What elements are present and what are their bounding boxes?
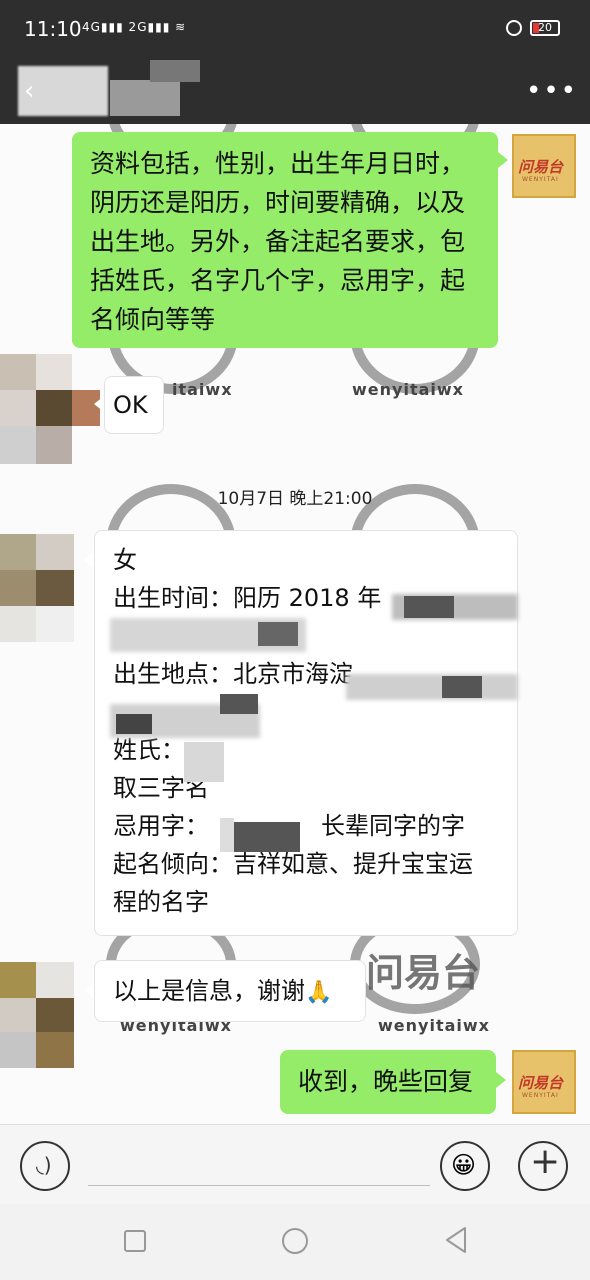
- chat-header: ‹ •••: [0, 60, 590, 124]
- watermark-brand: 问易台: [366, 950, 481, 995]
- battery-icon: 20: [530, 20, 560, 36]
- avatar-contact[interactable]: [0, 354, 100, 464]
- praying-hands-icon: 🙏: [305, 980, 333, 1005]
- more-options-button[interactable]: •••: [526, 76, 578, 106]
- info-line-preference: 起名倾向：吉祥如意、提升宝宝运: [113, 850, 473, 878]
- avatar-brand-text: 问易台: [518, 1074, 564, 1092]
- message-bubble-incoming[interactable]: 以上是信息，谢谢🙏: [94, 960, 366, 1022]
- redacted-block: [442, 676, 482, 698]
- avoid-chars-detail: 长辈同字的字: [321, 812, 465, 840]
- system-nav-bar: [0, 1204, 590, 1280]
- message-text: OK: [113, 391, 148, 419]
- message-bubble-outgoing[interactable]: 资料包括，性别，出生年月日时，阴历还是阳历，时间要精确，以及出生地。另外，备注起…: [72, 132, 498, 348]
- message-input[interactable]: [88, 1139, 430, 1186]
- message-text: 收到，晚些回复: [298, 1067, 474, 1096]
- message-text: 资料包括，性别，出生年月日时，阴历还是阳历，时间要精确，以及出生地。另外，备注起…: [90, 149, 466, 334]
- redacted-block: [404, 596, 454, 618]
- emoji-glyph: 😀: [451, 1151, 477, 1179]
- avoid-chars-label: 忌用字：: [113, 812, 209, 840]
- emoji-icon[interactable]: 😀: [440, 1141, 490, 1191]
- avatar-brand-text: 问易台: [518, 158, 564, 176]
- back-triangle-icon[interactable]: [444, 1226, 468, 1254]
- message-text: 以上是信息，谢谢: [113, 977, 305, 1005]
- redacted-block: [116, 714, 152, 734]
- chat-area[interactable]: itaiwx wenyitaiwx 问易台 wenyitaiwx wenyita…: [0, 124, 590, 1124]
- watermark-handle: wenyitaiwx: [352, 380, 464, 399]
- recents-button[interactable]: [124, 1230, 146, 1252]
- bubble-tail: [84, 982, 94, 998]
- message-bubble-outgoing[interactable]: 收到，晚些回复: [280, 1050, 496, 1114]
- redacted-title-block: [110, 80, 180, 116]
- plus-glyph: +: [530, 1141, 561, 1182]
- redacted-block: [258, 622, 298, 646]
- input-bar: ◟) 😀 +: [0, 1124, 590, 1204]
- bubble-tail: [496, 1072, 506, 1088]
- info-line-preference-cont: 程的名字: [113, 888, 209, 916]
- info-line-gender: 女: [113, 546, 137, 574]
- info-line-name-length: 取三字名: [113, 774, 209, 802]
- status-time: 11:10: [24, 17, 82, 41]
- voice-glyph: ◟): [36, 1153, 52, 1177]
- watermark-handle: itaiwx: [172, 380, 233, 399]
- bubble-tail: [84, 552, 94, 568]
- bubble-tail: [94, 396, 104, 412]
- info-line-avoid-chars: 忌用字： 长辈同字的字: [113, 807, 499, 845]
- watermark-handle: wenyitaiwx: [378, 1016, 490, 1035]
- redacted-block: [346, 674, 518, 700]
- message-timestamp: 10月7日 晚上21:00: [217, 489, 373, 509]
- redacted-title-block: [150, 60, 200, 82]
- message-bubble-incoming[interactable]: OK: [104, 376, 164, 434]
- redacted-block: [228, 822, 300, 852]
- avatar-self[interactable]: 问易台 WENYITAI: [512, 1050, 576, 1114]
- redacted-block: [220, 694, 258, 714]
- signal-indicator: 4G▮▮▮ 2G▮▮▮ ≋: [82, 20, 187, 34]
- redacted-block: [220, 818, 234, 852]
- voice-icon[interactable]: ◟): [20, 1141, 70, 1191]
- avatar-contact[interactable]: [0, 534, 80, 642]
- bubble-tail: [498, 152, 508, 168]
- status-bar: 11:10 4G▮▮▮ 2G▮▮▮ ≋ 20: [0, 0, 590, 60]
- avatar-brand-sub: WENYITAI: [522, 176, 559, 183]
- avatar-contact[interactable]: [0, 962, 76, 1068]
- redacted-block: [184, 742, 224, 782]
- plus-icon[interactable]: +: [518, 1141, 568, 1191]
- chevron-left-icon[interactable]: ‹: [24, 76, 34, 106]
- avatar-brand-sub: WENYITAI: [522, 1092, 559, 1099]
- lock-icon: [506, 20, 522, 36]
- battery-level: 20: [538, 21, 552, 34]
- avatar-self[interactable]: 问易台 WENYITAI: [512, 134, 576, 198]
- home-button[interactable]: [282, 1228, 308, 1254]
